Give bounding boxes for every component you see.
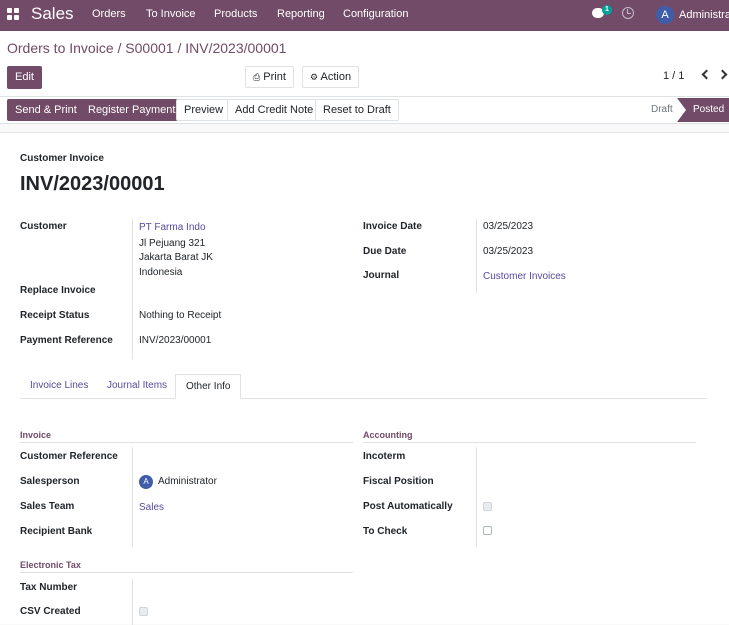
action-label: Action — [320, 71, 352, 83]
breadcrumb-orders-to-invoice[interactable]: Orders to Invoice — [7, 40, 114, 56]
due-date-label: Due Date — [363, 246, 407, 257]
status-bar: Send & Print Register Payment Preview Ad… — [0, 97, 729, 124]
menu-to-invoice[interactable]: To Invoice — [146, 8, 196, 20]
tax-number-label: Tax Number — [20, 582, 78, 593]
send-print-button[interactable]: Send & Print — [7, 99, 85, 121]
field-divider — [132, 447, 133, 547]
field-divider — [476, 219, 477, 293]
breadcrumb: Orders to Invoice / S00001 / INV/2023/00… — [7, 40, 286, 56]
payment-reference-value[interactable]: INV/2023/00001 — [139, 335, 211, 346]
tab-journal-items[interactable]: Journal Items — [107, 374, 167, 399]
register-payment-button[interactable]: Register Payment — [80, 99, 184, 121]
customer-link[interactable]: PT Farma Indo — [139, 222, 206, 233]
replace-invoice-label: Replace Invoice — [20, 285, 96, 296]
breadcrumb-current: INV/2023/00001 — [185, 40, 287, 56]
to-check-label: To Check — [363, 526, 408, 537]
tab-invoice-lines[interactable]: Invoice Lines — [30, 374, 88, 399]
avatar: A — [139, 475, 153, 489]
receipt-status-value[interactable]: Nothing to Receipt — [139, 310, 221, 321]
field-divider — [132, 579, 133, 625]
invoice-date-label: Invoice Date — [363, 221, 422, 232]
top-navbar: Sales Orders To Invoice Products Reporti… — [0, 0, 729, 31]
sales-team-label: Sales Team — [20, 501, 75, 512]
customer-address-line: Jl Pejuang 321 — [139, 238, 206, 249]
payment-reference-label: Payment Reference — [20, 335, 113, 346]
apps-grid-icon[interactable] — [7, 8, 19, 20]
form-sheet: Customer Invoice INV/2023/00001 Customer… — [0, 132, 729, 625]
add-credit-note-button[interactable]: Add Credit Note — [227, 99, 322, 121]
csv-created-checkbox — [139, 607, 148, 616]
field-divider — [132, 219, 133, 359]
post-automatically-label: Post Automatically — [363, 501, 453, 512]
breadcrumb-separator: / — [117, 40, 122, 56]
to-check-checkbox[interactable] — [483, 526, 492, 535]
notebook-tabs: Invoice Lines Journal Items Other Info — [20, 374, 707, 399]
tab-other-info[interactable]: Other Info — [175, 374, 242, 399]
accounting-section-header: Accounting — [363, 430, 696, 443]
receipt-status-label: Receipt Status — [20, 310, 90, 321]
status-posted: Posted — [677, 98, 729, 122]
invoice-date-value[interactable]: 03/25/2023 — [483, 221, 533, 232]
pager-value[interactable]: 1 / 1 — [663, 70, 684, 82]
customer-label: Customer — [20, 221, 67, 232]
salesperson-label: Salesperson — [20, 476, 80, 487]
chevron-left-icon[interactable] — [701, 69, 712, 80]
menu-configuration[interactable]: Configuration — [343, 8, 408, 20]
app-title[interactable]: Sales — [31, 4, 74, 24]
menu-reporting[interactable]: Reporting — [277, 8, 325, 20]
action-button[interactable]: ⚙ Action — [302, 66, 360, 88]
gear-icon: ⚙ — [310, 72, 319, 82]
menu-orders[interactable]: Orders — [92, 8, 126, 20]
post-automatically-checkbox — [483, 502, 492, 511]
customer-address-line: Jakarta Barat JK — [139, 252, 213, 263]
electronic-tax-section-header: Electronic Tax — [20, 560, 353, 573]
invoice-section-header: Invoice — [20, 430, 353, 443]
field-divider — [476, 447, 477, 547]
user-name[interactable]: Administrat — [679, 9, 729, 21]
user-avatar[interactable]: A — [656, 6, 674, 24]
menu-products[interactable]: Products — [214, 8, 257, 20]
edit-button[interactable]: Edit — [7, 66, 42, 89]
preview-button[interactable]: Preview — [176, 99, 232, 121]
incoterm-label: Incoterm — [363, 451, 406, 462]
document-type-label: Customer Invoice — [20, 153, 104, 164]
salesperson-value[interactable]: Administrator — [158, 476, 217, 487]
journal-label: Journal — [363, 270, 400, 281]
sales-team-link[interactable]: Sales — [139, 502, 164, 513]
fiscal-position-label: Fiscal Position — [363, 476, 434, 487]
printer-icon: ⎙ — [253, 72, 261, 82]
print-label: Print — [263, 71, 286, 83]
recipient-bank-label: Recipient Bank — [20, 526, 93, 537]
invoice-number-title: INV/2023/00001 — [20, 173, 165, 195]
breadcrumb-order[interactable]: S00001 — [125, 40, 173, 56]
chevron-right-icon[interactable] — [717, 69, 728, 80]
control-panel: Orders to Invoice / S00001 / INV/2023/00… — [0, 31, 729, 97]
status-draft[interactable]: Draft — [651, 104, 673, 115]
reset-to-draft-button[interactable]: Reset to Draft — [315, 99, 399, 121]
breadcrumb-separator: / — [177, 40, 182, 56]
clock-icon[interactable] — [622, 7, 634, 19]
chat-badge: 1 — [602, 5, 612, 15]
customer-address-line: Indonesia — [139, 267, 183, 278]
journal-link[interactable]: Customer Invoices — [483, 271, 566, 282]
print-button[interactable]: ⎙ Print — [245, 66, 294, 88]
due-date-value[interactable]: 03/25/2023 — [483, 246, 533, 257]
csv-created-label: CSV Created — [20, 606, 81, 617]
customer-reference-label: Customer Reference — [20, 451, 118, 462]
